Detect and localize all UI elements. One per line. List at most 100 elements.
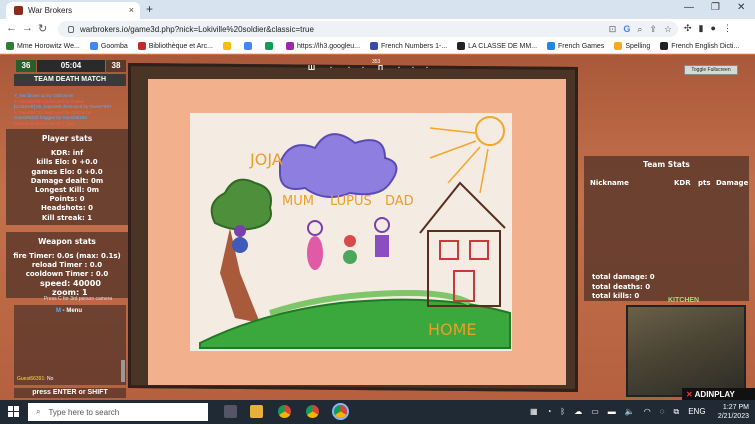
match-timer: 05:04 [37, 60, 105, 72]
minimap-location-label: KITCHEN [668, 297, 700, 304]
browser-tab[interactable]: War Brokers × [6, 2, 140, 19]
edge-icon[interactable]: ◔ [547, 407, 552, 417]
system-tray: ▦ ◔ ᛒ ☁ ▭ ▬ 🔈 ◠ ◌ ⧉ ENG [530, 407, 706, 417]
taskbar-search[interactable]: ⌕ Type here to search [28, 403, 208, 421]
compass-tick: · [398, 65, 401, 72]
bookmark-favicon-icon [547, 42, 556, 50]
speed-readout: speed: 40000 zoom: 1 [40, 279, 101, 297]
bookmarks-bar: Mme Horowitz We... Goomba Bibliothèque et … [0, 39, 755, 54]
language-indicator[interactable]: ENG [688, 407, 705, 417]
search-icon: ⌕ [36, 407, 41, 416]
chat-enter-hint: press ENTER or SHIFT [14, 388, 126, 398]
forward-icon[interactable]: → [22, 22, 33, 34]
bookmark-item[interactable]: Goomba [89, 42, 128, 50]
bookmark-item[interactable]: Spelling [614, 42, 650, 50]
chat-panel[interactable]: M - Menu Guest66391: No [14, 305, 126, 385]
adinplay-badge[interactable]: ✕ ADINPLAY [682, 388, 755, 400]
team-score-left: 36 [16, 60, 36, 72]
bookmark-star-icon[interactable]: ☆ [664, 24, 672, 35]
bookmark-item[interactable]: French Numbers 1-... [370, 42, 447, 50]
chat-message: Guest66391: No [17, 376, 53, 382]
window-close-icon[interactable]: ✕ [737, 2, 745, 13]
total-deaths: total deaths: 0 [592, 282, 651, 291]
chat-scrollbar[interactable] [121, 360, 125, 382]
compass-mark-w: Ш [308, 65, 316, 72]
bookmark-label: LA CLASSE DE MM... [468, 42, 538, 50]
more-menu-icon[interactable]: ⋮ [723, 23, 732, 34]
menu-hint: M - Menu [56, 308, 82, 314]
file-explorer-icon[interactable] [250, 405, 263, 418]
total-kills: total kills: 0 [592, 292, 640, 300]
google-icon[interactable]: G [623, 24, 630, 35]
bookmark-favicon-icon [660, 42, 669, 50]
clock[interactable]: 1:27 PM 2/21/2023 [718, 403, 749, 421]
weapon-stat-line: reload Timer : 0.0 [31, 261, 103, 269]
compass-mark-n: П [378, 65, 384, 72]
task-view-icon[interactable] [224, 405, 237, 418]
game-viewport[interactable]: JOJA MUM LUPUS DAD HOME 36 05:04 38 TEAM… [0, 55, 755, 400]
painting-label-mum: MUM [282, 194, 314, 209]
player-stat-line: Kill streak: 1 [41, 213, 93, 222]
total-damage: total damage: 0 [592, 273, 655, 281]
tree-canopy [210, 178, 272, 231]
bookmark-item[interactable]: French English Dicti... [660, 42, 739, 50]
back-icon[interactable]: ← [6, 22, 17, 34]
onedrive-icon[interactable]: ☁ [574, 407, 582, 417]
child-drawing: JOJA MUM LUPUS DAD HOME [190, 113, 512, 351]
extensions-icon[interactable]: ✣ [684, 23, 692, 34]
bluetooth-icon[interactable]: ᛒ [560, 407, 565, 417]
toggle-fullscreen-button[interactable]: Toggle Fullscreen [684, 65, 738, 75]
compass-tick: · [330, 65, 333, 72]
new-tab-button[interactable]: + [146, 2, 153, 16]
chrome-icon[interactable] [278, 405, 291, 418]
house [419, 181, 506, 307]
bookmark-item[interactable] [243, 42, 255, 50]
team-stats-title: Team Stats [643, 160, 690, 169]
bookmark-item[interactable]: LA CLASSE DE MM... [457, 42, 537, 50]
clock-time: 1:27 PM [722, 404, 749, 411]
reload-icon[interactable]: ↻ [38, 22, 47, 35]
share-icon[interactable]: ⇪ [649, 24, 657, 35]
volume-icon[interactable]: 🔈 [625, 407, 635, 417]
bookmark-label: Mme Horowitz We... [17, 42, 80, 50]
bookmark-item[interactable] [222, 42, 234, 50]
cast-icon[interactable]: ⊡ [609, 24, 617, 35]
display-icon[interactable]: ▭ [591, 407, 599, 417]
bookmark-item[interactable] [264, 42, 276, 50]
bookmark-item[interactable]: French Games [547, 42, 604, 50]
player-stat-line: games Elo: 0 +0.0 [31, 167, 103, 176]
windows-start-icon[interactable] [8, 406, 19, 417]
bookmark-favicon-icon [6, 42, 14, 50]
bookmark-item[interactable]: https://lh3.googleu... [285, 42, 360, 50]
widgets-icon[interactable]: ▦ [530, 407, 538, 417]
player-stat-line: kills Elo: 0 +0.0 [36, 158, 98, 167]
wifi-icon[interactable]: ◠ [644, 407, 651, 417]
sidebar-icon[interactable]: ▮ [699, 23, 704, 34]
minimap: KITCHEN [626, 297, 746, 397]
update-icon[interactable]: ◌ [660, 407, 665, 417]
weapon-stats-title: Weapon stats [38, 237, 96, 246]
bookmark-item[interactable]: Bibliothèque et Arc... [137, 42, 213, 50]
figure-joja [232, 225, 248, 253]
menu-label: - Menu [61, 308, 82, 314]
bookmark-label: French English Dicti... [671, 42, 740, 50]
chat-text: No [45, 376, 54, 382]
player-stat-line: Headshots: 0 [41, 204, 93, 213]
network-icon[interactable]: ⧉ [674, 407, 680, 417]
maximize-icon[interactable]: ❐ [711, 2, 720, 13]
profile-icon[interactable]: ● [711, 23, 716, 34]
battery-icon[interactable]: ▬ [608, 407, 616, 417]
minimize-icon[interactable]: — [684, 2, 694, 13]
bookmark-favicon-icon [370, 42, 379, 50]
bookmark-item[interactable]: Mme Horowitz We... [6, 42, 80, 50]
close-tab-icon[interactable]: × [129, 5, 134, 15]
chrome-active-icon[interactable] [332, 403, 349, 420]
zoom-icon[interactable]: ⌕ [637, 24, 642, 35]
player-stat-line: KDR: inf [50, 149, 84, 158]
bookmark-label: Bibliothèque et Arc... [148, 42, 213, 50]
header-kdr: KDR [674, 179, 691, 187]
search-placeholder: Type here to search [48, 407, 120, 417]
team-stats-header: Nickname KDR pts Damage [590, 179, 748, 189]
chrome-profile-icon[interactable] [306, 405, 319, 418]
url-field[interactable]: warbrokers.io/game3d.php?nick=Lokiville%… [58, 21, 678, 37]
